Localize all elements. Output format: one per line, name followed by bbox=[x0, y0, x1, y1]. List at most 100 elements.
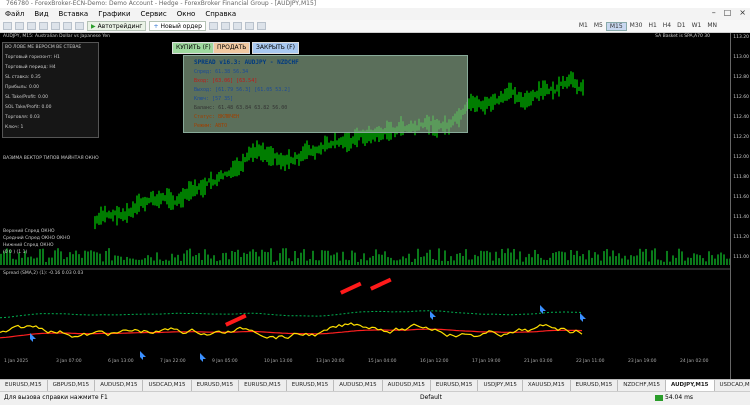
volume-bar bbox=[270, 248, 272, 265]
volume-bar bbox=[468, 260, 470, 265]
tf-d1[interactable]: D1 bbox=[674, 22, 688, 31]
navigator-icon[interactable] bbox=[51, 22, 60, 30]
volume-bar bbox=[609, 256, 611, 265]
volume-bar bbox=[645, 249, 647, 265]
new-order-button[interactable]: +Новый ордер bbox=[149, 21, 205, 31]
volume-bar bbox=[420, 257, 422, 265]
grid-icon[interactable] bbox=[233, 22, 242, 30]
volume-bar bbox=[186, 250, 188, 265]
volume-bar bbox=[309, 259, 311, 265]
menu-tools[interactable]: Сервис bbox=[136, 10, 172, 18]
autoscroll-icon[interactable] bbox=[245, 22, 254, 30]
autotrading-button[interactable]: ▶Автотрейдинг bbox=[87, 21, 146, 31]
close-icon[interactable]: × bbox=[739, 8, 746, 17]
volume-bar bbox=[63, 259, 65, 265]
tf-m1[interactable]: M1 bbox=[576, 22, 591, 31]
volume-bar bbox=[96, 252, 98, 265]
ma-line bbox=[0, 311, 582, 318]
menu-help[interactable]: Справка bbox=[200, 10, 241, 18]
volume-bar bbox=[423, 256, 425, 265]
volume-bar bbox=[378, 254, 380, 265]
sell-button[interactable]: ПРОДАТЬ bbox=[213, 42, 250, 54]
volume-bar bbox=[219, 260, 221, 265]
indicator-label: Средний Спред ОКНО ОКНО bbox=[3, 236, 70, 241]
tf-h1[interactable]: H1 bbox=[645, 22, 659, 31]
chart-shift-icon[interactable] bbox=[257, 22, 266, 30]
volume-bar bbox=[546, 260, 548, 265]
tf-m30[interactable]: M30 bbox=[627, 22, 646, 31]
volume-bar bbox=[588, 250, 590, 265]
menu-view[interactable]: Вид bbox=[29, 10, 53, 18]
profiles-icon[interactable] bbox=[15, 22, 24, 30]
price-axis[interactable]: 113.20 113.00 112.80 112.60 112.40 112.2… bbox=[730, 33, 750, 379]
menu-charts[interactable]: Графики bbox=[93, 10, 135, 18]
volume-bar bbox=[366, 260, 368, 265]
volume-bar bbox=[672, 255, 674, 265]
new-chart-icon[interactable] bbox=[3, 22, 12, 30]
volume-bar bbox=[237, 250, 239, 265]
volume-bar bbox=[207, 255, 209, 265]
volume-bar bbox=[294, 251, 296, 265]
volume-bar bbox=[666, 251, 668, 265]
menu-window[interactable]: Окно bbox=[172, 10, 201, 18]
indicator-label: ВАЗИМА ВЕКТОР ТИПОВ МАЙНТАЯ ОКНО bbox=[3, 156, 99, 161]
maximize-icon[interactable]: □ bbox=[724, 8, 732, 17]
autotrading-label: Автотрейдинг bbox=[98, 22, 143, 31]
volume-bar bbox=[147, 255, 149, 265]
volume-bar bbox=[285, 248, 287, 265]
menu-insert[interactable]: Вставка bbox=[54, 10, 94, 18]
spread-box-line: Вход: [63.06] [63.54] bbox=[194, 78, 257, 84]
volume-bar bbox=[153, 261, 155, 265]
volume-bar bbox=[327, 251, 329, 265]
market-watch-icon[interactable] bbox=[27, 22, 36, 30]
price-chart[interactable]: AUDJPY, M15: Australian Dollar vs Japane… bbox=[0, 33, 730, 379]
indicator-label: Нижний Спред ОКНО bbox=[3, 243, 54, 248]
volume-bar bbox=[453, 260, 455, 265]
volume-bar bbox=[462, 256, 464, 265]
volume-bar bbox=[477, 256, 479, 265]
volume-bar bbox=[75, 251, 77, 265]
status-bar: Для вызова справки нажмите F1 Default 54… bbox=[0, 391, 750, 405]
spread-info-box: SPREAD v16.3: AUDJPY - NZDCHF Спред: 61.… bbox=[183, 55, 468, 133]
volume-bar bbox=[228, 259, 230, 265]
minimize-icon[interactable]: – bbox=[712, 8, 716, 17]
info-panel: ВО ЛОВЕ МЕ ВЕРОСМ ВЕ СТЕВАЕ Торговый гор… bbox=[2, 42, 99, 138]
indicator-label: (0 0 ) (1 1) bbox=[3, 250, 27, 255]
volume-bar bbox=[279, 253, 281, 265]
spread-box-line: Выход: [61.79 56.3] [61.05 53.2] bbox=[194, 87, 290, 93]
volume-bar bbox=[618, 253, 620, 265]
volume-bar bbox=[627, 260, 629, 265]
volume-bar bbox=[489, 252, 491, 265]
strategy-tester-icon[interactable] bbox=[75, 22, 84, 30]
tf-h4[interactable]: H4 bbox=[660, 22, 674, 31]
volume-bar bbox=[213, 255, 215, 265]
zoom-in-icon[interactable] bbox=[209, 22, 218, 30]
zoom-out-icon[interactable] bbox=[221, 22, 230, 30]
volume-bar bbox=[102, 261, 104, 265]
volume-bar bbox=[441, 261, 443, 265]
volume-bar bbox=[597, 254, 599, 265]
volume-bar bbox=[249, 251, 251, 265]
date-tick: 1 Jan 2025 bbox=[4, 359, 28, 364]
data-window-icon[interactable] bbox=[39, 22, 48, 30]
close-positions-button[interactable]: ЗАКРЫТЬ (F) bbox=[252, 42, 299, 54]
volume-bar bbox=[525, 257, 527, 265]
date-tick: 10 Jan 13:00 bbox=[264, 359, 293, 364]
tf-m5[interactable]: M5 bbox=[591, 22, 606, 31]
tf-w1[interactable]: W1 bbox=[689, 22, 705, 31]
volume-bar bbox=[78, 254, 80, 265]
volume-bar bbox=[483, 251, 485, 265]
volume-bar bbox=[117, 256, 119, 265]
tf-mn[interactable]: MN bbox=[704, 22, 720, 31]
terminal-icon[interactable] bbox=[63, 22, 72, 30]
volume-bar bbox=[231, 251, 233, 265]
volume-bar bbox=[384, 251, 386, 265]
buy-button[interactable]: КУПИТЬ (F) bbox=[172, 42, 215, 54]
volume-bar bbox=[204, 249, 206, 265]
volume-bar bbox=[675, 258, 677, 265]
tf-m15[interactable]: M15 bbox=[606, 22, 627, 31]
menu-file[interactable]: Файл bbox=[0, 10, 29, 18]
volume-bar bbox=[558, 251, 560, 265]
volume-bar bbox=[660, 260, 662, 265]
volume-bar bbox=[159, 260, 161, 265]
